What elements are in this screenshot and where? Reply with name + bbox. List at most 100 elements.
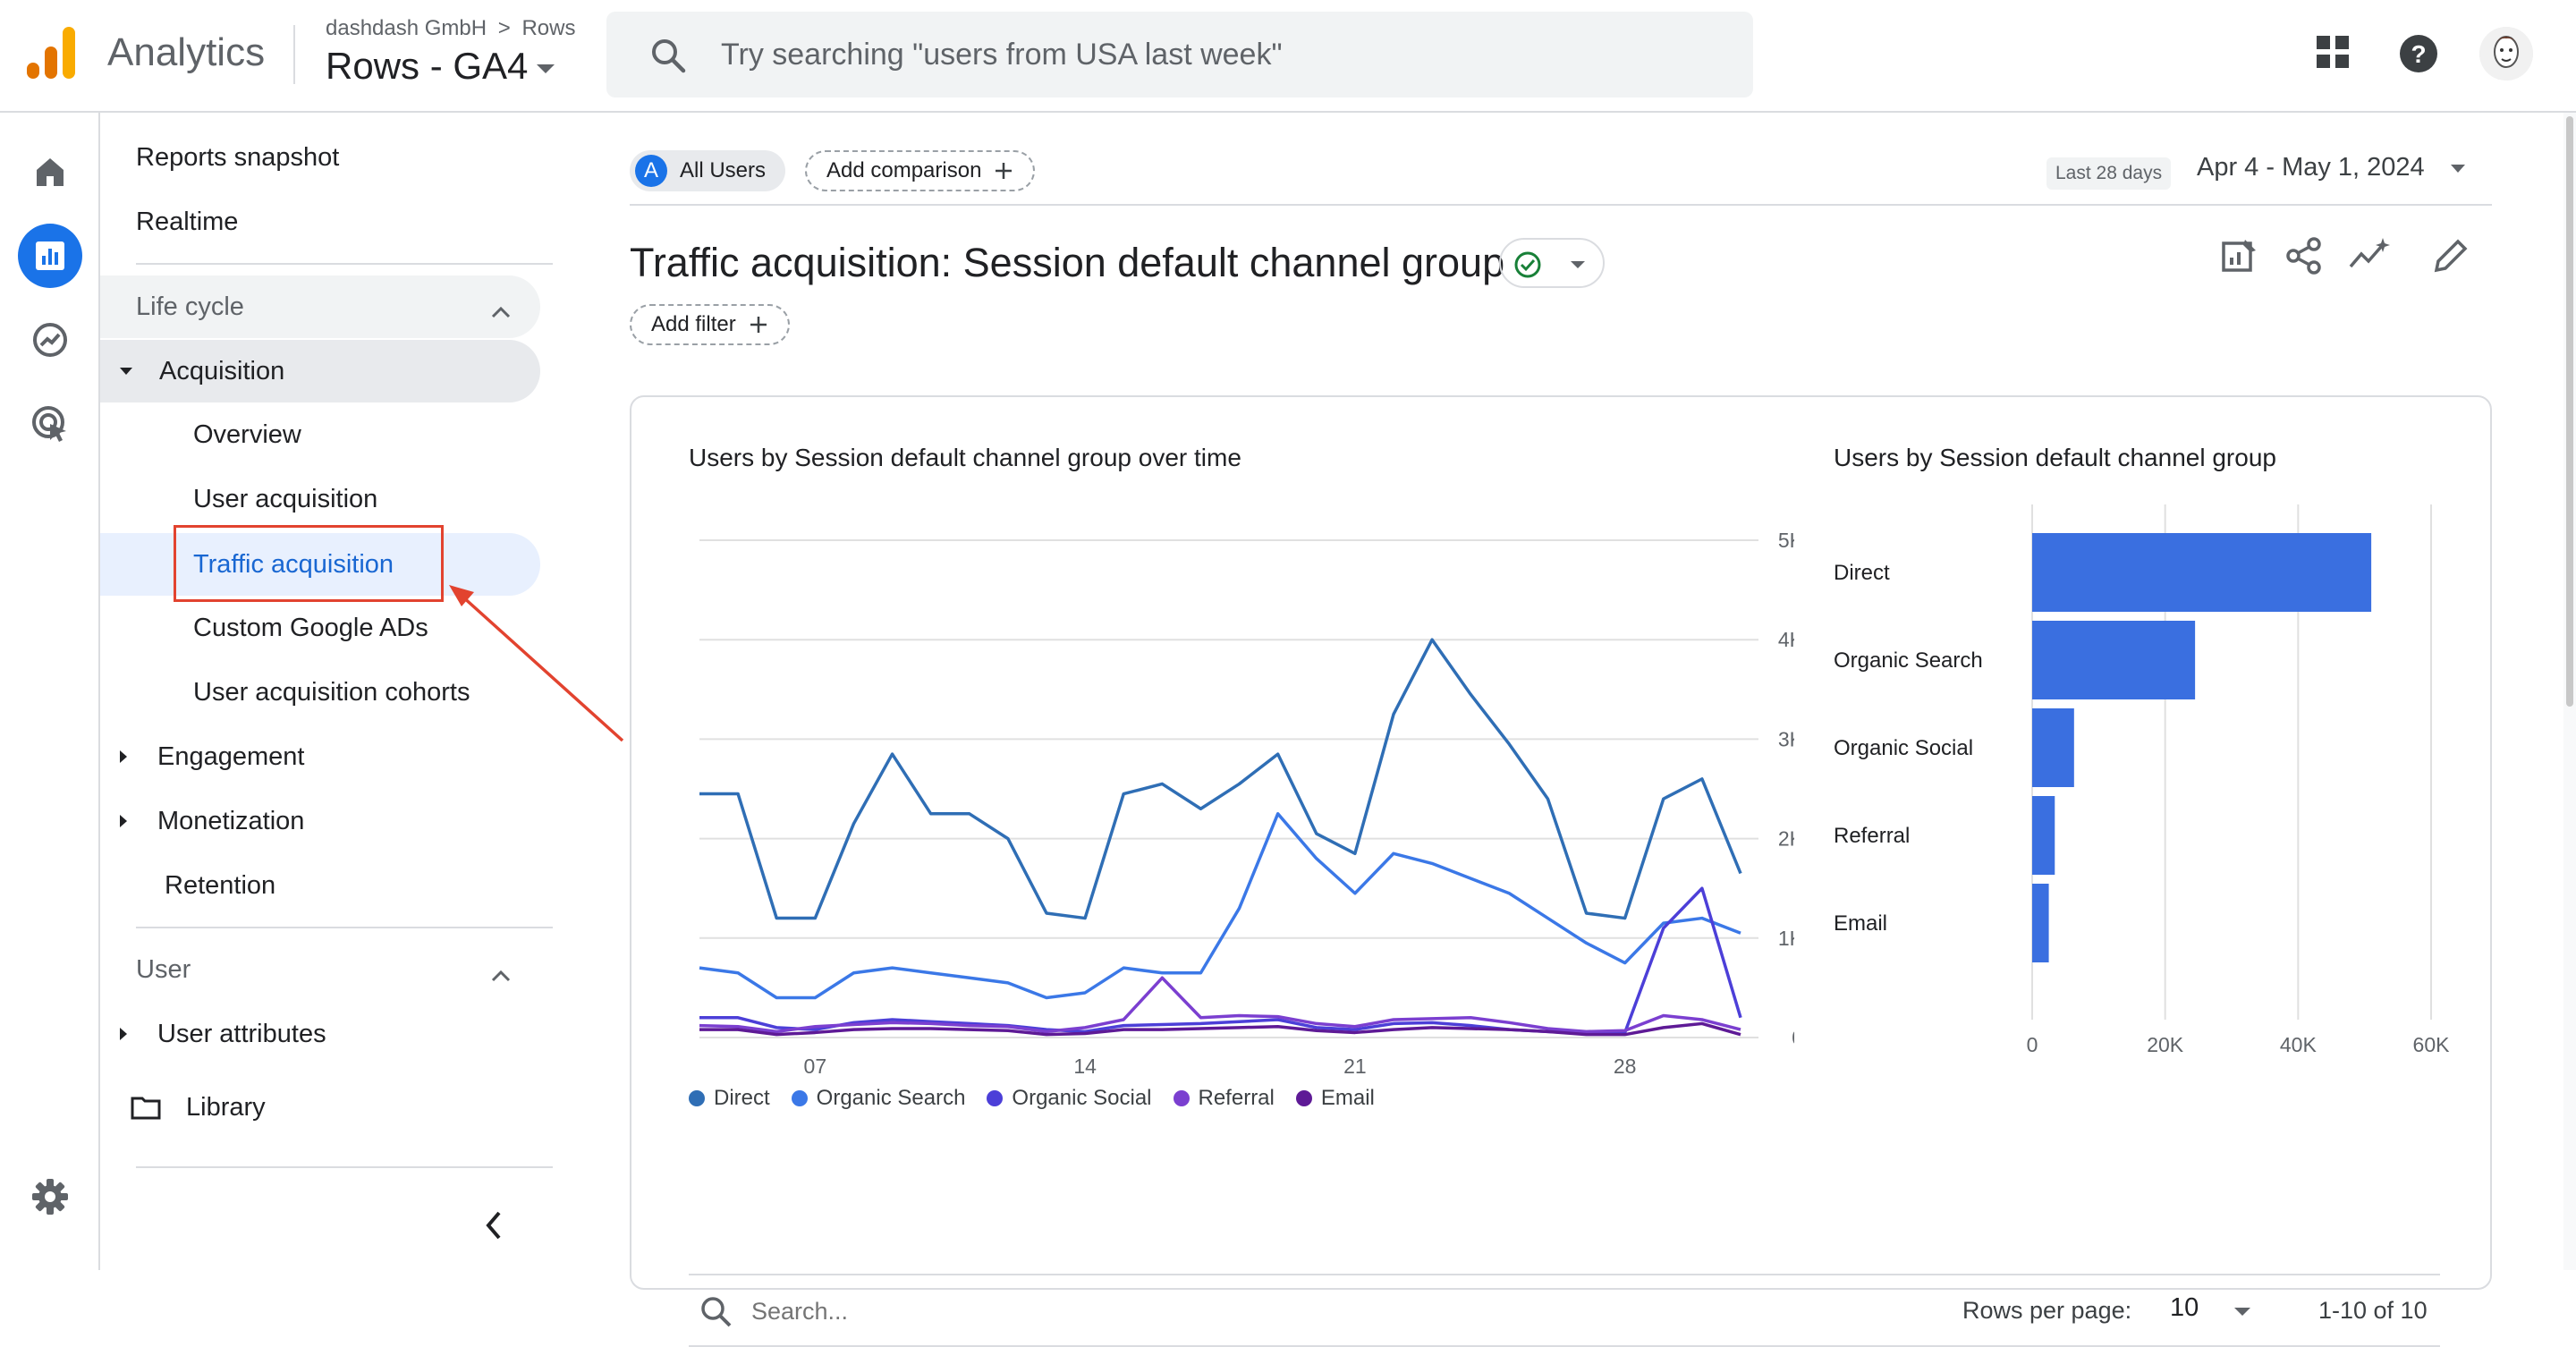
app-name: Analytics xyxy=(107,30,266,74)
segment-chip-all-users[interactable]: A All Users xyxy=(630,150,786,191)
sidebar-item-retention[interactable]: Retention xyxy=(165,855,275,916)
sidebar-item-label: User acquisition cohorts xyxy=(193,677,470,707)
sidebar-item-label: Library xyxy=(186,1092,266,1122)
sidebar-item-custom-google-ads[interactable]: Custom Google ADs xyxy=(193,597,428,658)
home-icon[interactable] xyxy=(18,140,82,204)
chevron-up-icon xyxy=(490,297,512,326)
date-range-value[interactable]: Apr 4 - May 1, 2024 xyxy=(2197,153,2425,182)
sidebar-item-user-acquisition[interactable]: User acquisition xyxy=(193,469,377,529)
sidebar-item-engagement[interactable]: Engagement xyxy=(120,726,304,787)
rows-per-page-label: Rows per page: xyxy=(1962,1297,2132,1324)
breadcrumb-property: Rows xyxy=(521,16,576,40)
section-header-life-cycle[interactable]: Life cycle xyxy=(100,275,540,338)
legend-label: Referral xyxy=(1198,1086,1275,1110)
segment-badge: A xyxy=(635,155,667,187)
line-chart-legend: Direct Organic Search Organic Social Referr… xyxy=(689,1086,1396,1111)
scrollbar[interactable] xyxy=(2563,113,2576,1270)
legend-item[interactable]: Direct xyxy=(689,1086,770,1111)
property-selector[interactable]: Rows - GA4 xyxy=(326,45,555,88)
search-icon xyxy=(649,37,687,79)
category-label: Organic Search xyxy=(1834,648,1983,673)
breadcrumb-account: dashdash GmbH xyxy=(326,16,487,40)
divider xyxy=(136,263,553,265)
sidebar-item-label: Realtime xyxy=(136,207,239,236)
section-header-user[interactable]: User xyxy=(136,939,540,1000)
y-tick-label: 3K xyxy=(1778,727,1794,750)
legend-item[interactable]: Organic Search xyxy=(791,1086,965,1111)
chevron-up-icon xyxy=(490,961,512,990)
chevron-down-icon[interactable] xyxy=(2234,1308,2250,1316)
sidebar-item-acquisition[interactable]: Acquisition xyxy=(100,340,540,402)
explore-icon[interactable] xyxy=(18,308,82,372)
sidebar-item-user-acquisition-cohorts[interactable]: User acquisition cohorts xyxy=(193,662,470,723)
line-chart[interactable]: 01K2K3K4K5K07Apr142128 xyxy=(631,397,1794,1077)
legend-dot xyxy=(987,1090,1004,1106)
sidebar-item-label: Custom Google ADs xyxy=(193,613,428,642)
y-tick-label: 4K xyxy=(1778,628,1794,651)
bar-referral xyxy=(2032,796,2055,875)
legend-item[interactable]: Organic Social xyxy=(987,1086,1152,1111)
sidebar-item-user-attributes[interactable]: User attributes xyxy=(120,1004,326,1064)
rows-per-page-select[interactable]: 10 xyxy=(2170,1293,2199,1323)
svg-text:?: ? xyxy=(2411,40,2426,68)
edit-pencil-icon[interactable] xyxy=(2431,236,2470,280)
x-tick-label: 20K xyxy=(2147,1033,2184,1056)
legend-dot xyxy=(689,1090,705,1106)
avatar[interactable] xyxy=(2479,27,2533,80)
main-content: A All Users Add comparison Last 28 days … xyxy=(549,113,2576,1347)
bar-chart[interactable]: 0 20K 40K 60K Direct Organic Search Organic So… xyxy=(1834,397,2465,1077)
share-icon[interactable] xyxy=(2284,236,2324,280)
chevron-down-icon[interactable] xyxy=(2451,165,2465,173)
x-tick-label: 07 xyxy=(804,1055,827,1077)
sidebar-item-monetization[interactable]: Monetization xyxy=(120,791,304,851)
legend-dot xyxy=(1295,1090,1312,1106)
caret-down-icon xyxy=(120,368,132,375)
sidebar-item-label: User attributes xyxy=(157,1019,326,1048)
sidebar-item-label: Overview xyxy=(193,419,301,449)
sidebar-item-library[interactable]: Library xyxy=(131,1077,266,1138)
property-name: Rows - GA4 xyxy=(326,45,529,87)
pagination-text: 1-10 of 10 xyxy=(2318,1297,2428,1324)
table-search-input[interactable] xyxy=(751,1292,1288,1331)
legend-label: Email xyxy=(1320,1086,1375,1110)
plus-icon xyxy=(994,161,1013,181)
apps-grid-icon[interactable] xyxy=(2313,27,2356,85)
y-tick-label: 0 xyxy=(1792,1026,1794,1049)
chevron-down-icon xyxy=(1571,261,1585,268)
sidebar-item-label: User acquisition xyxy=(193,484,378,513)
status-dropdown[interactable] xyxy=(1499,238,1605,288)
sidebar-item-overview[interactable]: Overview xyxy=(193,404,301,465)
collapse-sidebar-chevron-left-icon[interactable] xyxy=(483,1209,504,1246)
insights-icon[interactable] xyxy=(2347,236,2390,280)
legend-item[interactable]: Email xyxy=(1295,1086,1375,1111)
sidebar-item-reports-snapshot[interactable]: Reports snapshot xyxy=(136,127,339,188)
x-tick-label: 21 xyxy=(1343,1055,1367,1077)
x-tick-label: 28 xyxy=(1614,1055,1637,1077)
divider xyxy=(630,204,2492,206)
caret-right-icon xyxy=(120,1028,127,1040)
reports-icon[interactable] xyxy=(18,224,82,288)
breadcrumb[interactable]: dashdash GmbH > Rows xyxy=(326,16,575,41)
y-tick-label: 5K xyxy=(1778,529,1794,552)
search-input[interactable] xyxy=(721,31,1705,78)
add-comparison-button[interactable]: Add comparison xyxy=(805,150,1036,191)
customize-report-icon[interactable] xyxy=(2220,236,2259,280)
left-rail xyxy=(0,113,100,1270)
scrollbar-thumb[interactable] xyxy=(2566,116,2573,707)
divider xyxy=(136,927,553,928)
search-bar[interactable] xyxy=(606,12,1753,97)
settings-gear-icon[interactable] xyxy=(18,1165,82,1229)
category-label: Referral xyxy=(1834,824,1910,848)
sidebar-item-label: Engagement xyxy=(157,741,305,771)
x-tick-label: 40K xyxy=(2280,1033,2318,1056)
legend-dot xyxy=(791,1090,808,1106)
help-icon[interactable]: ? xyxy=(2399,27,2453,85)
advertising-icon[interactable] xyxy=(18,392,82,456)
category-label: Email xyxy=(1834,911,1887,936)
breadcrumb-separator: > xyxy=(497,16,511,40)
sidebar-item-realtime[interactable]: Realtime xyxy=(136,191,238,252)
legend-item[interactable]: Referral xyxy=(1173,1086,1275,1111)
add-filter-label: Add filter xyxy=(651,312,736,336)
analytics-logo-icon[interactable] xyxy=(27,27,79,85)
add-filter-button[interactable]: Add filter xyxy=(630,304,790,345)
